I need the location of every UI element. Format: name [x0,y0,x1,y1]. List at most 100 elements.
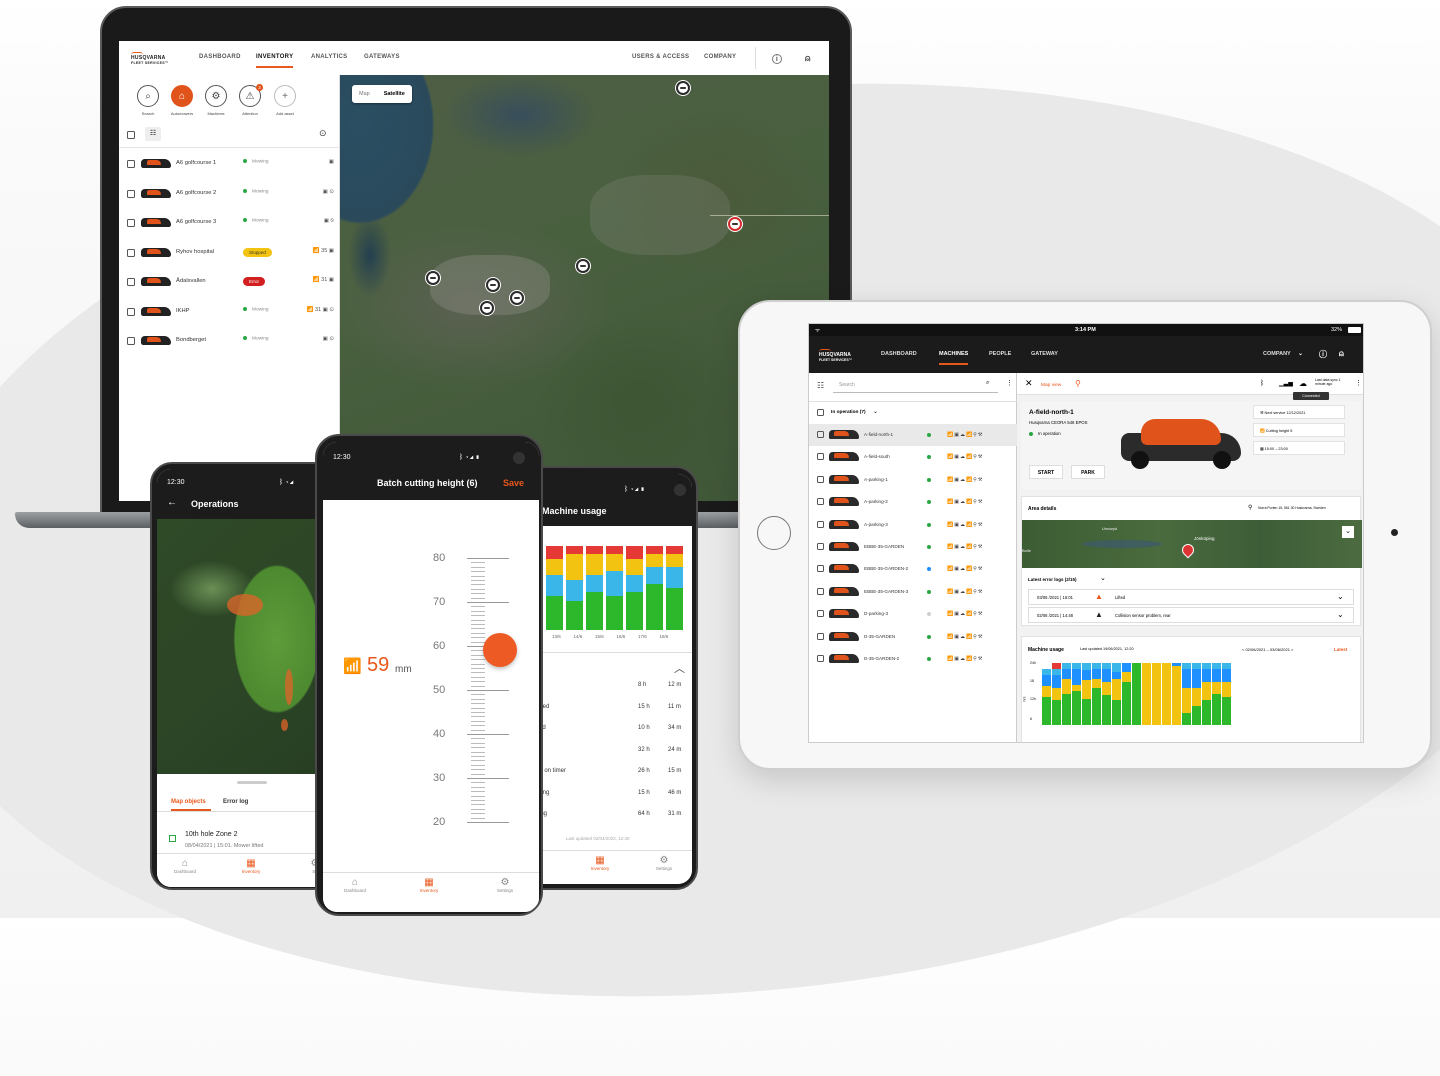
location-pin-icon[interactable]: ⚲ [1075,379,1081,388]
machine-row[interactable]: EBBE-35-GARDEN 📶▣☁📶⚲⚒ [809,536,1017,558]
machine-row[interactable]: EBBE-35-GARDEN-3 📶▣☁📶⚲⚒ [809,581,1017,603]
row-checkbox[interactable] [127,337,135,345]
row-checkbox[interactable] [127,160,135,168]
tab-map-objects[interactable]: Map objects [171,799,206,805]
tablet-home-button[interactable] [757,516,791,550]
alert-map-pin[interactable] [1179,541,1197,559]
row-checkbox[interactable] [817,610,824,618]
chevron-down-icon[interactable]: ⌄ [1298,350,1303,357]
row-checkbox[interactable] [127,278,135,286]
more-icon[interactable]: ⋮ [1355,379,1362,387]
nav-analytics[interactable]: ANALYTICS [311,54,347,60]
company-menu[interactable]: COMPANY [1263,351,1291,357]
map-view-link[interactable]: Map view [1041,383,1061,388]
machine-row[interactable]: A-parking-1 📶▣☁📶⚲⚒ [809,469,1017,491]
nav-users-access[interactable]: USERS & ACCESS [632,54,689,60]
map-type-toggle[interactable]: Map Satellite [352,85,412,103]
height-ruler[interactable]: 80 70 60 50 40 30 20 [433,552,513,828]
nav-machines[interactable]: MACHINES [939,351,969,365]
error-log-row[interactable]: 02/06 /2021 | 14:48 ▲ Collision sensor p… [1028,607,1354,623]
machine-row[interactable]: D-35-GARDEN 📶▣☁📶⚲⚒ [809,626,1017,648]
machine-row[interactable]: A-parking-2 📶▣☁📶⚲⚒ [809,491,1017,513]
save-button[interactable]: Save [503,478,524,488]
nav-inventory[interactable]: INVENTORY [256,54,294,68]
map-option[interactable]: Map [352,91,377,97]
select-all-checkbox[interactable] [127,131,135,139]
row-checkbox[interactable] [127,219,135,227]
nav-dashboard[interactable]: DASHBOARD [199,54,241,60]
zone-checkbox[interactable] [169,835,176,842]
inventory-row[interactable]: A6 golfcourse 2 Mowing ▣ ⊙ [119,179,340,208]
info-icon[interactable]: ⓘ [1319,349,1327,360]
chevron-down-icon[interactable]: ⌄ [1337,610,1344,619]
mower-map-pin[interactable] [486,278,500,292]
start-button[interactable]: START [1029,465,1063,479]
golf-course-map[interactable] [157,519,335,774]
satellite-option[interactable]: Satellite [377,91,412,97]
mower-map-pin[interactable] [676,81,690,95]
row-checkbox[interactable] [127,307,135,316]
area-map[interactable]: Unnaryd Bolle Jönköping ⌄ [1022,520,1362,568]
locate-icon[interactable]: ⊙ [319,128,327,139]
nav-company[interactable]: COMPANY [704,54,736,60]
mower-map-pin[interactable] [480,301,494,315]
row-checkbox[interactable] [817,475,824,483]
tab-inventory[interactable]: ▦ Inventory [580,855,620,871]
inventory-row[interactable]: A6 golfcourse 1 Mowing ▣ [119,149,340,178]
filter-icon[interactable]: ☷ [145,127,161,141]
info-icon[interactable]: i [772,54,782,64]
row-checkbox[interactable] [817,565,824,573]
more-icon[interactable]: ⋮ [1006,379,1013,387]
tab-settings[interactable]: ⚙ Settings [485,877,525,893]
filter-icon[interactable]: ☷ [817,381,824,390]
row-checkbox[interactable] [817,543,824,550]
row-checkbox[interactable] [817,655,824,662]
park-button[interactable]: PARK [1071,465,1105,479]
search-icon[interactable]: ⌕ [986,380,989,387]
machines-icon[interactable]: ⚙ [205,85,227,107]
tab-inventory[interactable]: ▦ Inventory [231,858,271,874]
row-checkbox[interactable] [127,248,135,257]
inventory-row[interactable]: Ådalsvallen Error 📶 31 ▣ [119,267,340,296]
nav-people[interactable]: PEOPLE [989,351,1011,357]
machine-row[interactable]: EBBE-35-GARDEN-2 📶▣☁📶⚲⚒ [809,558,1017,580]
row-checkbox[interactable] [817,431,824,438]
inventory-row[interactable]: A6 golfcourse 3 Mowing ▣ ⦸ [119,208,340,237]
inventory-row[interactable]: IKHP Mowing 📶 31 ▣ ⊙ [119,297,340,326]
nav-dashboard[interactable]: DASHBOARD [881,351,917,357]
nav-gateways[interactable]: GATEWAYS [364,54,400,60]
tab-settings[interactable]: ⚙ Settings [644,855,684,871]
inventory-row[interactable]: Bondberget Mowing ▣ ⊙ [119,326,340,355]
machine-row[interactable]: A-parking-3 📶▣☁📶⚲⚒ [809,514,1017,536]
search-icon[interactable]: ⌕ [137,85,159,107]
search-input[interactable]: Search [833,377,998,393]
tab-inventory[interactable]: ▦ Inventory [409,877,449,893]
mower-map-pin-error[interactable] [728,217,742,231]
tab-error-log[interactable]: Error log [223,799,248,805]
chevron-down-icon[interactable]: ⌄ [1337,592,1344,601]
nav-gateway[interactable]: GATEWAY [1031,351,1058,357]
chevron-down-icon[interactable]: ⌄ [873,408,878,415]
machine-row[interactable]: D-35-GARDEN-2 📶▣☁📶⚲⚒ [809,648,1017,670]
tab-dashboard[interactable]: ⌂ Dashboard [165,858,205,874]
mower-map-pin[interactable] [510,291,524,305]
user-icon[interactable]: ⍝ [1339,349,1344,359]
usage-range[interactable]: < 02/06/2021 – 03/06/2021 > [1242,647,1293,652]
tab-dashboard[interactable]: ⌂ Dashboard [335,877,375,893]
back-arrow-icon[interactable]: ← [167,497,177,508]
close-icon[interactable]: ✕ [1025,378,1033,389]
row-checkbox[interactable] [817,453,824,461]
group-label[interactable]: In operation (7) [831,410,866,415]
machine-row[interactable]: A-field-north-1 📶▣☁📶⚲⚒ [809,424,1017,446]
chevron-down-icon[interactable]: ⌄ [1100,574,1106,582]
machine-row[interactable]: A-field-south 📶▣☁📶⚲⚒ [809,446,1017,468]
user-icon[interactable]: ⍝ [805,53,811,64]
mower-map-pin[interactable] [576,259,590,273]
row-checkbox[interactable] [817,498,824,506]
machine-row[interactable]: D-parking-3 📶▣☁📶⚲⚒ [809,603,1017,625]
mower-map-pin[interactable] [426,271,440,285]
row-checkbox[interactable] [817,520,824,528]
group-checkbox[interactable] [817,409,824,416]
usage-latest-link[interactable]: Latest [1334,647,1347,652]
error-log-row[interactable]: 03/06 /2021 | 15:01 ▲ Lifted ⌄ [1028,589,1354,605]
